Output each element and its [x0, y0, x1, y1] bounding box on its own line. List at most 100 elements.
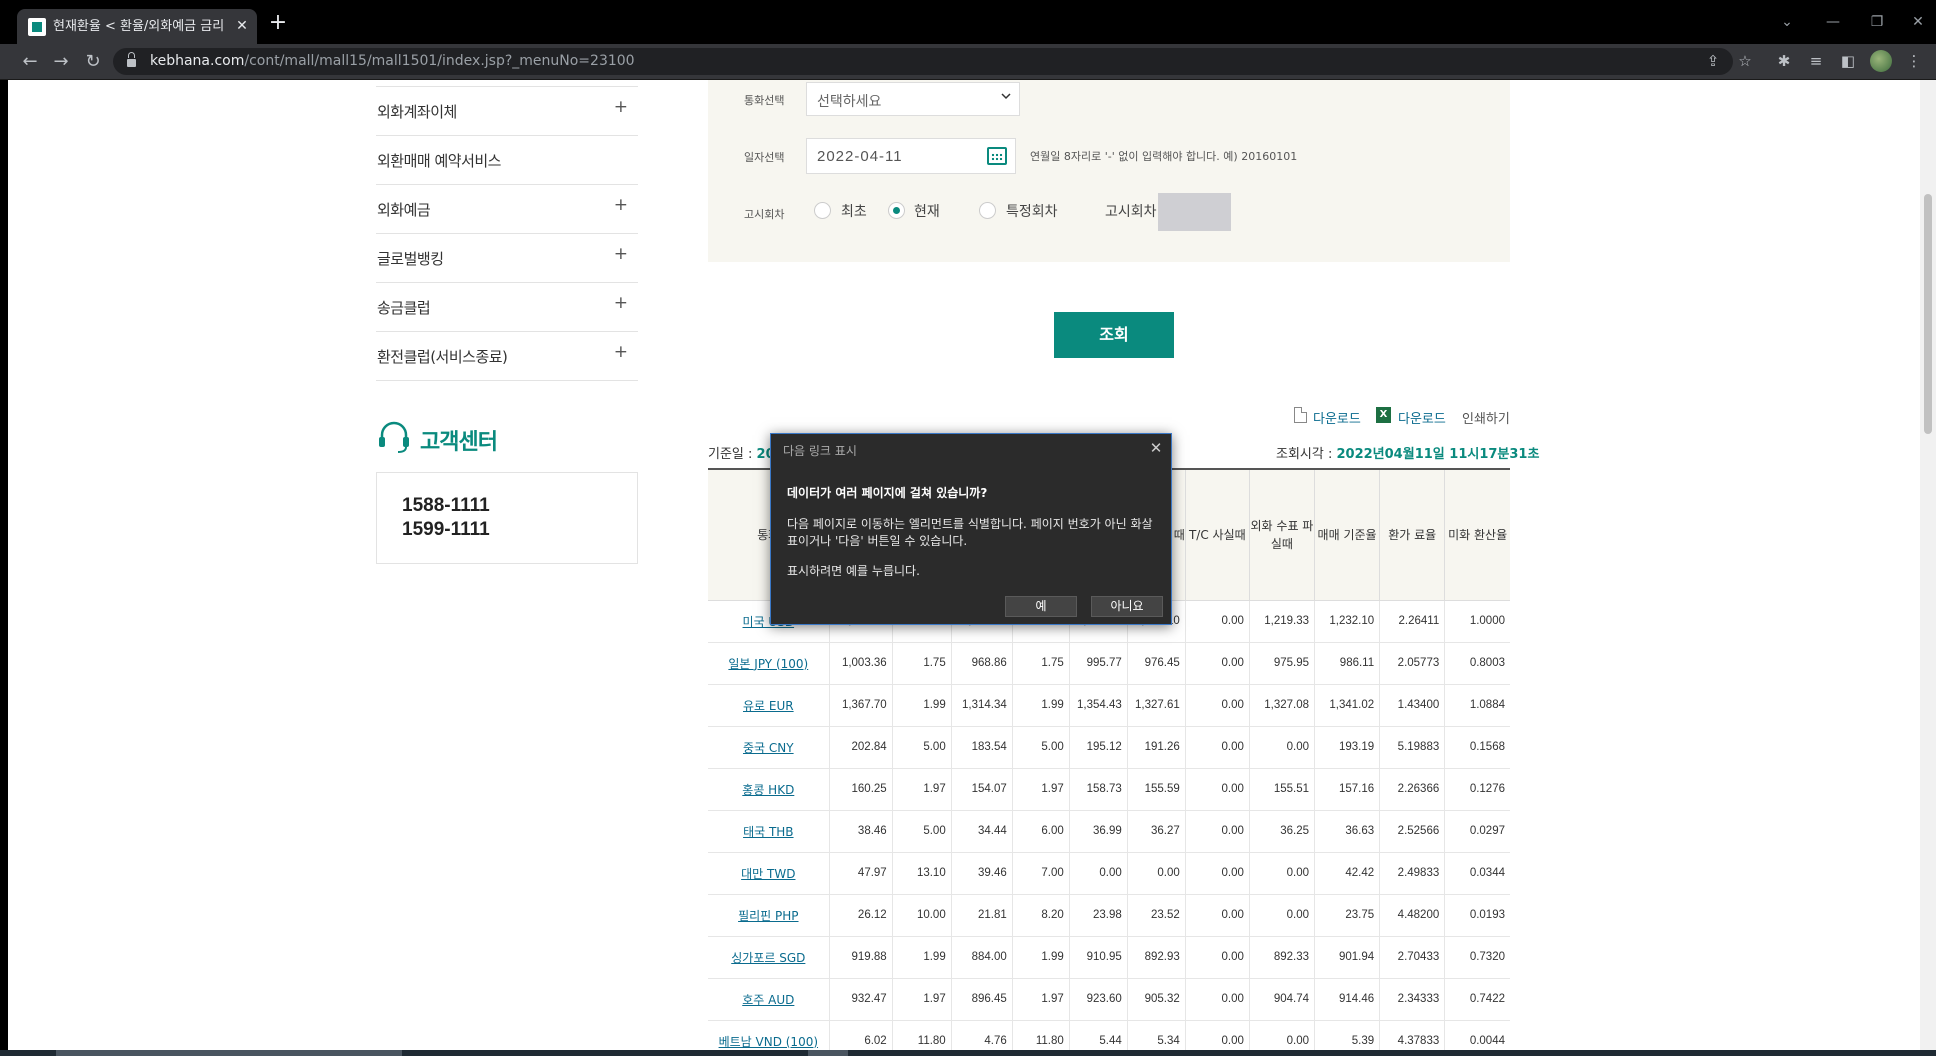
currency-link[interactable]: 필리핀 PHP — [708, 893, 830, 937]
tab-search-icon[interactable]: ⌄ — [1772, 10, 1802, 34]
radio-current-label[interactable]: 현재 — [914, 201, 940, 221]
rate-cell: 986.11 — [1313, 641, 1381, 685]
rate-cell: 5.34 — [1126, 1019, 1186, 1050]
date-input[interactable]: 2022-04-11 — [806, 138, 1016, 174]
expand-plus-icon[interactable]: + — [614, 97, 628, 117]
radio-first[interactable] — [814, 202, 831, 219]
yes-button[interactable]: 예 — [1005, 596, 1077, 617]
excel-download-link[interactable]: 다운로드 — [1398, 408, 1446, 427]
back-icon[interactable]: ← — [17, 49, 43, 75]
next-link-dialog: 다음 링크 표시 ✕ 데이터가 여러 페이지에 걸쳐 있습니까? 다음 페이지로… — [770, 433, 1172, 625]
radio-current[interactable] — [888, 202, 905, 219]
rate-cell: 0.1568 — [1444, 725, 1510, 769]
rate-cell: 1.97 — [891, 767, 952, 811]
rate-cell: 932.47 — [828, 977, 893, 1021]
extensions-icon[interactable]: ✱ — [1773, 50, 1795, 72]
minimize-icon[interactable]: — — [1818, 10, 1848, 34]
col-header-tc-buy: T/C 사실때 — [1184, 468, 1250, 601]
currency-label: 통화선택 — [744, 94, 785, 107]
rate-cell: 5.44 — [1068, 1019, 1128, 1050]
rate-cell: 1,003.36 — [828, 641, 893, 685]
sidebar-item-label: 글로벌뱅킹 — [377, 250, 444, 268]
currency-link[interactable]: 홍콩 HKD — [708, 767, 830, 811]
rate-cell: 13.10 — [891, 851, 952, 895]
rate-cell: 892.93 — [1126, 935, 1186, 979]
currency-link[interactable]: 중국 CNY — [708, 725, 830, 769]
rate-cell: 1,327.08 — [1248, 683, 1316, 727]
sidebar-item-label: 외화예금 — [377, 201, 431, 219]
no-button[interactable]: 아니요 — [1091, 596, 1163, 617]
forward-icon[interactable]: → — [48, 49, 74, 75]
download-link[interactable]: 다운로드 — [1313, 408, 1361, 427]
col-header-conversion: 환가 료율 — [1379, 468, 1446, 601]
currency-link[interactable]: 싱가포르 SGD — [708, 935, 830, 979]
currency-link[interactable]: 태국 THB — [708, 809, 830, 853]
side-panel-icon[interactable]: ◧ — [1837, 50, 1859, 72]
rate-cell: 2.49833 — [1379, 851, 1446, 895]
radio-first-label[interactable]: 최초 — [841, 201, 867, 221]
round-input[interactable] — [1158, 193, 1231, 231]
expand-plus-icon[interactable]: + — [614, 195, 628, 215]
url-text[interactable]: kebhana.com/cont/mall/mall15/mall1501/in… — [150, 52, 635, 71]
currency-link[interactable]: 호주 AUD — [708, 977, 830, 1021]
menu-kebab-icon[interactable]: ⋮ — [1903, 50, 1925, 72]
sidebar-item-fx-deposit[interactable]: 외화예금 + — [376, 185, 638, 234]
sidebar-item-remittance-club[interactable]: 송금클럽 + — [376, 283, 638, 332]
excel-icon[interactable]: X — [1376, 407, 1391, 423]
rate-cell: 1.97 — [1011, 767, 1070, 811]
expand-plus-icon[interactable]: + — [614, 342, 628, 362]
radio-specific-label[interactable]: 특정회차 — [1006, 201, 1058, 221]
radio-specific[interactable] — [979, 202, 996, 219]
reading-list-icon[interactable]: ≡ — [1805, 50, 1827, 72]
reload-icon[interactable]: ↻ — [80, 49, 106, 75]
rate-cell: 0.00 — [1184, 599, 1250, 643]
new-tab-icon[interactable]: + — [266, 12, 290, 36]
lock-icon[interactable] — [127, 52, 136, 67]
page-scrollbar[interactable] — [1920, 80, 1936, 1050]
phone-number: 1588-1111 — [402, 495, 490, 516]
sidebar-item-global-banking[interactable]: 글로벌뱅킹 + — [376, 234, 638, 283]
rate-cell: 1.0000 — [1444, 599, 1510, 643]
print-link[interactable]: 인쇄하기 — [1462, 408, 1510, 427]
browser-tab[interactable]: 현재환율 < 환율/외화예금 금리 ✕ — [17, 9, 257, 44]
rate-cell: 11.80 — [891, 1019, 952, 1050]
expand-plus-icon[interactable]: + — [614, 293, 628, 313]
dialog-heading: 데이터가 여러 페이지에 걸쳐 있습니까? — [787, 486, 988, 500]
rate-cell: 36.63 — [1313, 809, 1381, 853]
rate-cell: 23.75 — [1313, 893, 1381, 937]
rate-cell: 0.8003 — [1444, 641, 1510, 685]
expand-plus-icon[interactable]: + — [614, 244, 628, 264]
sidebar-item-fx-reservation[interactable]: 외환매매 예약서비스 — [376, 136, 638, 185]
sidebar-item-label: 송금클럽 — [377, 299, 431, 317]
customer-center-box: 1588-1111 1599-1111 — [376, 472, 638, 564]
document-icon[interactable] — [1294, 407, 1307, 423]
rate-cell: 34.44 — [950, 809, 1013, 853]
date-label: 일자선택 — [744, 151, 785, 164]
browser-toolbar: ← → ↻ kebhana.com/cont/mall/mall15/mall1… — [0, 44, 1936, 79]
scroll-thumb[interactable] — [1924, 194, 1932, 434]
calendar-icon[interactable] — [987, 147, 1007, 165]
currency-link[interactable]: 대만 TWD — [708, 851, 830, 895]
bookmark-star-icon[interactable]: ☆ — [1734, 50, 1756, 72]
sidebar-item-fx-transfer[interactable]: 외화계좌이체 + — [376, 87, 638, 136]
query-button[interactable]: 조회 — [1054, 312, 1174, 358]
window-close-icon[interactable]: ✕ — [1903, 10, 1933, 34]
address-bar[interactable]: kebhana.com/cont/mall/mall15/mall1501/in… — [113, 48, 1733, 75]
rate-cell: 39.46 — [950, 851, 1013, 895]
currency-link[interactable]: 베트남 VND (100) — [708, 1019, 830, 1050]
rate-cell: 195.12 — [1068, 725, 1128, 769]
sidebar-item-exchange-club[interactable]: 환전클럽(서비스종료) + — [376, 332, 638, 381]
share-icon[interactable]: ⇪ — [1702, 50, 1724, 72]
profile-avatar[interactable] — [1870, 50, 1892, 72]
currency-link[interactable]: 유로 EUR — [708, 683, 830, 727]
currency-select[interactable]: 선택하세요 — [806, 82, 1020, 116]
restore-icon[interactable]: ❐ — [1862, 10, 1892, 34]
rate-cell: 1,314.34 — [950, 683, 1013, 727]
rate-cell: 6.02 — [828, 1019, 893, 1050]
tab-close-icon[interactable]: ✕ — [233, 17, 251, 35]
col-header-usd-rate: 미화 환산율 — [1444, 468, 1510, 601]
rate-cell: 1,354.43 — [1068, 683, 1128, 727]
currency-link[interactable]: 일본 JPY (100) — [708, 641, 830, 685]
rate-cell: 7.00 — [1011, 851, 1070, 895]
close-icon[interactable]: ✕ — [1146, 438, 1166, 458]
